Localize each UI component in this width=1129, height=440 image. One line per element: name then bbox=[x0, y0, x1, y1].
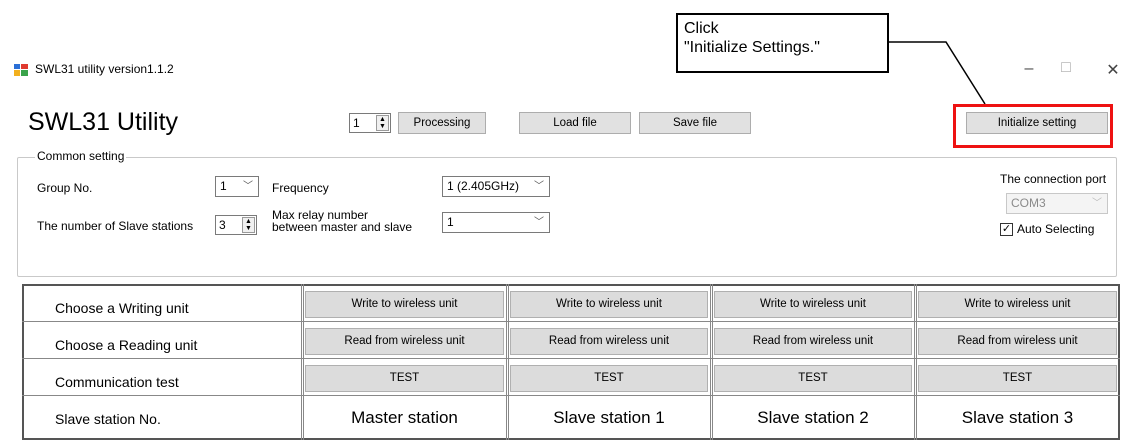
minimize-icon[interactable]: – bbox=[1014, 60, 1044, 78]
station-label-master: Master station bbox=[351, 408, 458, 427]
window-title: SWL31 utility version1.1.2 bbox=[35, 62, 174, 76]
read-button-master[interactable]: Read from wireless unit bbox=[305, 328, 504, 355]
read-button-slave-1[interactable]: Read from wireless unit bbox=[510, 328, 708, 355]
relay-value: 1 bbox=[447, 215, 454, 229]
row-label-write: Choose a Writing unit bbox=[55, 300, 189, 316]
slave-stations-label: The number of Slave stations bbox=[37, 219, 194, 233]
test-button-slave-1[interactable]: TEST bbox=[510, 365, 708, 392]
connection-port-label: The connection port bbox=[1000, 172, 1107, 186]
load-file-button[interactable]: Load file bbox=[519, 112, 631, 134]
group-no-label: Group No. bbox=[37, 181, 93, 195]
grid-divider bbox=[22, 358, 1120, 359]
grid-divider bbox=[914, 284, 917, 440]
write-button-slave-3[interactable]: Write to wireless unit bbox=[918, 291, 1117, 318]
auto-selecting-label: Auto Selecting bbox=[1017, 222, 1095, 236]
spin-arrows-icon[interactable]: ▲ ▼ bbox=[376, 115, 389, 131]
connection-port-select[interactable]: COM3 ﹀ bbox=[1006, 193, 1108, 214]
test-button-slave-2[interactable]: TEST bbox=[714, 365, 912, 392]
frequency-select[interactable]: 1 (2.405GHz) ﹀ bbox=[442, 176, 550, 197]
relay-label-line-2: between master and slave bbox=[272, 220, 413, 234]
highlight-box bbox=[953, 104, 1113, 148]
auto-selecting-checkbox[interactable]: ✓ Auto Selecting bbox=[1000, 222, 1095, 237]
station-label-slave-3: Slave station 3 bbox=[961, 408, 1074, 427]
frequency-value: 1 (2.405GHz) bbox=[447, 179, 520, 193]
read-button-slave-3[interactable]: Read from wireless unit bbox=[918, 328, 1117, 355]
spin-arrows-icon[interactable]: ▲ ▼ bbox=[242, 217, 255, 233]
grid-divider bbox=[22, 321, 1120, 322]
frequency-label: Frequency bbox=[272, 181, 329, 195]
count-stepper[interactable]: 1 ▲ ▼ bbox=[349, 113, 391, 133]
grid-divider bbox=[506, 284, 509, 440]
test-button-master[interactable]: TEST bbox=[305, 365, 504, 392]
save-file-button[interactable]: Save file bbox=[639, 112, 751, 134]
grid-divider bbox=[22, 395, 1120, 396]
maximize-icon[interactable]: □ bbox=[1051, 59, 1081, 77]
relay-label: Max relay number between master and slav… bbox=[272, 209, 412, 233]
chevron-down-icon: ﹀ bbox=[534, 217, 544, 228]
station-label-slave-1: Slave station 1 bbox=[553, 408, 665, 427]
chevron-down-icon: ﹀ bbox=[1092, 198, 1102, 209]
app-title: SWL31 Utility bbox=[28, 108, 179, 136]
chevron-down-icon: ﹀ bbox=[534, 181, 544, 192]
write-button-slave-1[interactable]: Write to wireless unit bbox=[510, 291, 708, 318]
checkmark-icon[interactable]: ✓ bbox=[1000, 223, 1013, 237]
chevron-down-icon: ﹀ bbox=[243, 181, 253, 192]
read-button-slave-2[interactable]: Read from wireless unit bbox=[714, 328, 912, 355]
slave-stations-stepper[interactable]: 3 ▲ ▼ bbox=[215, 215, 257, 235]
app-icon bbox=[14, 64, 28, 76]
row-label-read: Choose a Reading unit bbox=[55, 337, 198, 353]
connection-port-value: COM3 bbox=[1011, 196, 1046, 210]
row-label-station: Slave station No. bbox=[55, 411, 161, 427]
station-label-slave-2: Slave station 2 bbox=[757, 408, 869, 427]
grid-divider bbox=[710, 284, 713, 440]
common-setting-legend: Common setting bbox=[35, 149, 127, 163]
write-button-master[interactable]: Write to wireless unit bbox=[305, 291, 504, 318]
slave-stations-value: 3 bbox=[219, 218, 226, 232]
group-no-select[interactable]: 1 ﹀ bbox=[215, 176, 259, 197]
test-button-slave-3[interactable]: TEST bbox=[918, 365, 1117, 392]
count-stepper-value: 1 bbox=[353, 116, 360, 130]
grid-divider bbox=[301, 284, 304, 440]
group-no-value: 1 bbox=[220, 179, 227, 193]
relay-select[interactable]: 1 ﹀ bbox=[442, 212, 550, 233]
row-label-test: Communication test bbox=[55, 374, 179, 390]
write-button-slave-2[interactable]: Write to wireless unit bbox=[714, 291, 912, 318]
common-setting-group bbox=[17, 157, 1117, 277]
processing-button[interactable]: Processing bbox=[398, 112, 486, 134]
close-icon[interactable]: ✕ bbox=[1098, 60, 1128, 80]
